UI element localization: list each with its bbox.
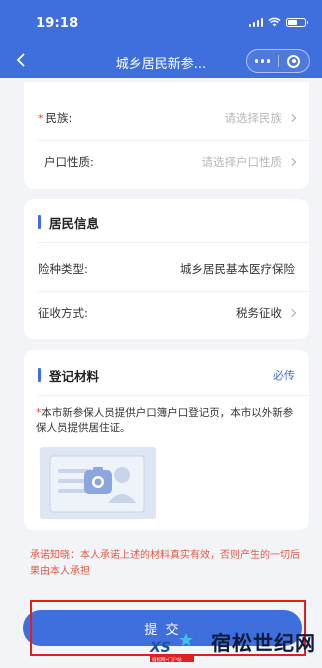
household-type-label: 户口性质: (44, 155, 94, 169)
household-type-value: 请选择户口性质 (201, 155, 283, 169)
watermark-logo-text: XS (149, 640, 171, 656)
watermark-logo-caption: 宿松网•门户站 (152, 656, 182, 663)
section-accent-bar (38, 215, 41, 229)
materials-note-text: 本市新参保人员提供户口簿户口登记页，本市以外新参保人员提供居住证。 (36, 407, 294, 434)
target-icon (287, 54, 301, 68)
insurance-type-label: 险种类型: (38, 262, 88, 276)
household-type-field[interactable]: 户口性质: 请选择户口性质 (38, 147, 297, 177)
chevron-right-icon (287, 308, 297, 318)
collection-method-value: 税务征收 (236, 306, 282, 320)
required-tag: 必传 (273, 369, 295, 382)
divider (38, 291, 309, 292)
section-header: 居民信息 (38, 213, 295, 231)
collection-method-label: 征收方式: (38, 306, 88, 320)
divider (38, 242, 309, 243)
ethnicity-label: 民族: (45, 111, 73, 125)
watermark-text: 宿松世纪网 (211, 631, 316, 655)
collection-method-field[interactable]: 征收方式: 税务征收 (38, 298, 297, 328)
required-mark: * (38, 111, 44, 125)
status-icons (248, 17, 308, 27)
ethnicity-value: 请选择民族 (224, 111, 283, 125)
id-card-placeholder-icon (49, 455, 145, 513)
section-accent-bar (38, 368, 41, 382)
header-bar: 19:18 城乡居民新参... (0, 0, 322, 78)
materials-note: *本市新参保人员提供户口簿户口登记页，本市以外新参保人员提供居住证。 (36, 406, 297, 436)
basic-info-card: * 民族: 请选择民族 户口性质: 请选择户口性质 (24, 82, 309, 189)
commitment-notice: 承诺知晓：本人承诺上述的材料真实有效，否则产生的一切后果由本人承担 (30, 550, 300, 577)
materials-card: 登记材料 必传 *本市新参保人员提供户口簿户口登记页，本市以外新参保人员提供居住… (24, 350, 309, 530)
insurance-type-value: 城乡居民基本医疗保险 (180, 262, 295, 276)
chevron-right-icon (287, 113, 297, 123)
divider (38, 140, 309, 141)
battery-icon (286, 17, 308, 27)
status-time: 19:18 (36, 16, 79, 31)
signal-icon (248, 17, 263, 27)
wifi-icon (268, 17, 281, 27)
section-title: 居民信息 (49, 215, 100, 231)
insurance-type-field: 险种类型: 城乡居民基本医疗保险 (38, 254, 295, 284)
ethnicity-field[interactable]: * 民族: 请选择民族 (38, 103, 297, 133)
section-header: 登记材料 必传 (38, 366, 295, 384)
chevron-right-icon (287, 157, 297, 167)
watermark-logo: XS 宿松网•门户站 (149, 633, 194, 663)
close-mini-program-button[interactable] (279, 54, 309, 68)
mini-program-capsule (246, 49, 310, 73)
upload-photo-button[interactable] (40, 447, 156, 519)
more-button[interactable] (247, 59, 278, 63)
section-title: 登记材料 (49, 368, 100, 384)
resident-info-card: 居民信息 险种类型: 城乡居民基本医疗保险 征收方式: 税务征收 (24, 199, 309, 339)
divider (38, 395, 309, 396)
